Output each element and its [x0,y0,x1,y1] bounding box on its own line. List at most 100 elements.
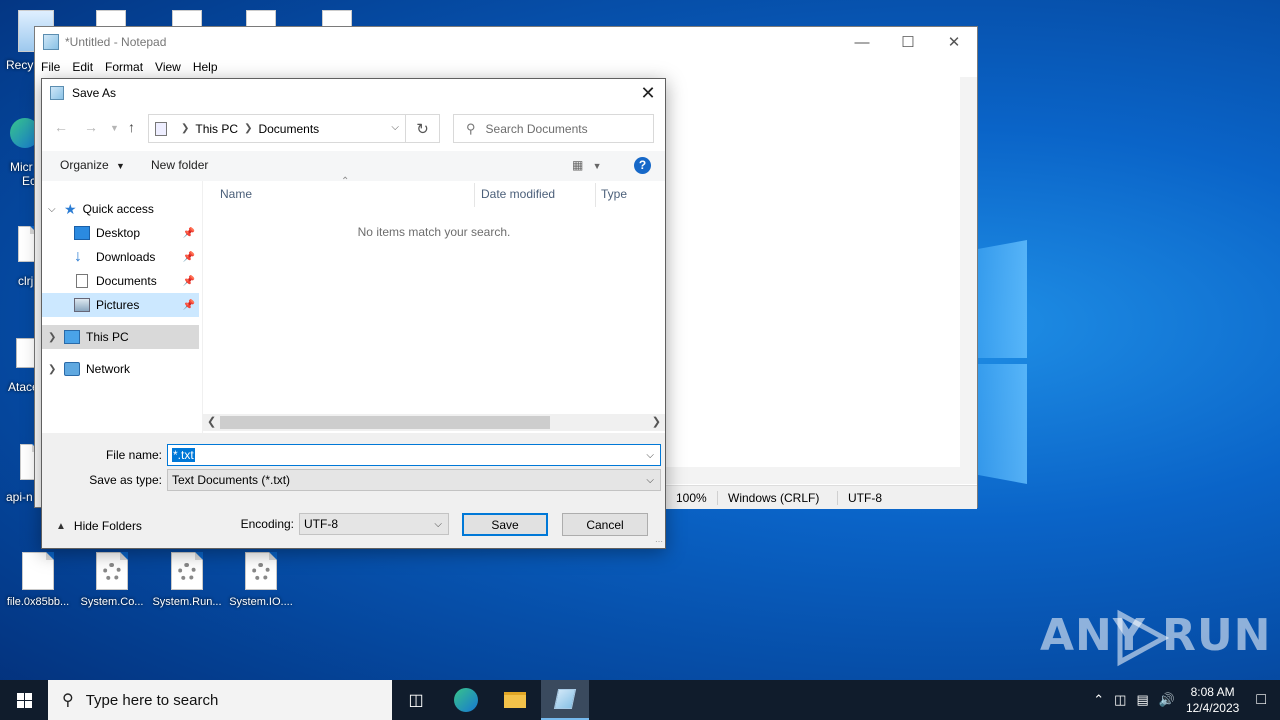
save-as-type-label: Save as type: [89,473,162,487]
file-icon [22,552,54,590]
organize-menu[interactable]: Organize ▼ [60,158,125,172]
chevron-down-icon: ⌵ [646,475,654,486]
breadcrumb-separator-icon[interactable]: ❯ [244,123,252,134]
notepad-icon [50,86,64,100]
column-divider[interactable] [474,183,475,207]
notification-center-icon[interactable]: □ [1256,691,1266,709]
nav-label: Network [86,362,131,376]
scroll-left-icon[interactable]: ❮ [207,415,216,428]
up-arrow-icon[interactable]: ↑ [128,119,135,135]
search-icon: ⚲ [466,120,476,136]
file-explorer-taskbar-icon[interactable] [491,680,539,720]
address-bar[interactable]: ❯ This PC ❯ Documents ⌵ [148,114,406,143]
hide-folders-button[interactable]: ▲ Hide Folders [56,519,142,533]
sort-ascending-icon: ⌃ [341,176,350,187]
edge-taskbar-icon[interactable] [442,680,490,720]
encoding-label: Encoding: [240,517,294,531]
notepad-title: *Untitled - Notepad [65,35,167,49]
menu-file[interactable]: File [41,60,60,74]
chevron-down-icon[interactable]: ⌵ [48,204,60,215]
show-hidden-icons-chevron-icon[interactable]: ⌃ [1093,692,1104,708]
nav-quick-access[interactable]: ⌵ ★ Quick access [42,197,199,221]
nav-label: This PC [86,330,129,344]
menu-edit[interactable]: Edit [72,60,93,74]
nav-desktop[interactable]: Desktop 📌 [42,221,199,245]
menu-help[interactable]: Help [193,60,218,74]
taskbar-search-box[interactable]: ⚲ Type here to search [48,680,392,720]
scroll-thumb[interactable] [220,416,550,429]
nav-label: Downloads [96,250,156,264]
close-button[interactable]: ✕ [931,27,977,57]
view-options-icon[interactable]: ▦ ▼ [572,158,602,172]
download-arrow-icon: ↓ [74,248,82,265]
vertical-scrollbar[interactable] [960,77,977,467]
documents-icon [76,274,88,288]
desktop-icon-system-io[interactable]: System.IO.... [223,552,299,608]
column-divider[interactable] [595,183,596,207]
horizontal-scrollbar[interactable] [665,467,977,484]
save-as-type-select[interactable]: Text Documents (*.txt) ⌵ [167,469,661,491]
nav-pictures[interactable]: Pictures 📌 [42,293,199,317]
network-status-icon[interactable]: ▤ [1136,692,1148,708]
column-name[interactable]: Name [220,187,252,201]
network-icon [64,362,80,376]
search-input[interactable]: ⚲ Search Documents [453,114,654,143]
new-folder-button[interactable]: New folder [151,158,208,172]
nav-this-pc[interactable]: ❯ This PC [42,325,199,349]
desktop-icon-label: System.IO.... [229,596,293,608]
chevron-down-icon[interactable]: ⌵ [646,450,654,461]
start-button[interactable] [0,680,48,720]
nav-network[interactable]: ❯ Network [42,357,199,381]
breadcrumb-documents[interactable]: Documents [258,122,319,136]
save-button[interactable]: Save [462,513,548,536]
cancel-button[interactable]: Cancel [562,513,648,536]
task-view-icon[interactable]: ◫ [392,680,440,720]
nav-downloads[interactable]: ↓ Downloads 📌 [42,245,199,269]
resize-grip-icon[interactable]: ⋯ [655,537,663,546]
menu-format[interactable]: Format [105,60,143,74]
nav-label: Documents [96,274,157,288]
address-dropdown-icon[interactable]: ⌵ [391,122,399,133]
chevron-up-icon: ▲ [56,520,66,532]
dialog-footer: File name: *.txt ⌵ Save as type: Text Do… [42,433,665,548]
notepad-icon [43,34,59,50]
back-arrow-icon[interactable]: ← [54,119,68,135]
breadcrumb-this-pc[interactable]: This PC [195,122,238,136]
dialog-titlebar[interactable]: Save As [42,79,665,107]
minimize-button[interactable]: — [839,27,885,57]
breadcrumb-separator-icon[interactable]: ❯ [181,123,189,134]
file-name-value: *.txt [172,448,195,462]
desktop-icon-system-co[interactable]: System.Co... [74,552,150,608]
recent-locations-chevron-icon[interactable]: ▼ [110,123,119,133]
desktop-icon-label: System.Run... [152,596,222,608]
column-type[interactable]: Type [601,187,627,201]
clock[interactable]: 8:08 AM 12/4/2023 [1186,684,1239,716]
chevron-right-icon[interactable]: ❯ [48,332,60,343]
organize-label: Organize [60,158,109,172]
file-name-label: File name: [105,448,162,462]
notepad-titlebar[interactable]: *Untitled - Notepad [35,27,977,57]
volume-icon[interactable]: 🔊 [1159,692,1175,708]
meet-now-icon[interactable]: ◫ [1114,692,1126,708]
empty-results-message: No items match your search. [357,225,511,239]
refresh-button[interactable]: ↻ [406,114,440,143]
status-encoding: UTF-8 [837,490,892,505]
file-list-horizontal-scrollbar[interactable]: ❮ ❯ [203,414,665,431]
menu-view[interactable]: View [155,60,181,74]
settings-file-icon [96,552,128,590]
help-icon[interactable]: ? [634,157,651,174]
encoding-select[interactable]: UTF-8 ⌵ [299,513,449,535]
desktop-icon-file[interactable]: file.0x85bb... [0,552,76,608]
chevron-right-icon[interactable]: ❯ [48,364,60,375]
maximize-button[interactable]: ☐ [885,27,931,57]
column-date-modified[interactable]: Date modified [481,187,555,201]
edge-icon [454,688,478,712]
forward-arrow-icon[interactable]: → [84,119,98,135]
dialog-close-button[interactable]: ✕ [637,82,659,104]
notepad-taskbar-icon[interactable] [541,680,589,720]
scroll-right-icon[interactable]: ❯ [652,415,661,428]
pin-icon: 📌 [182,227,195,239]
desktop-icon-system-run[interactable]: System.Run... [149,552,225,608]
file-name-input[interactable]: *.txt ⌵ [167,444,661,466]
nav-documents[interactable]: Documents 📌 [42,269,199,293]
